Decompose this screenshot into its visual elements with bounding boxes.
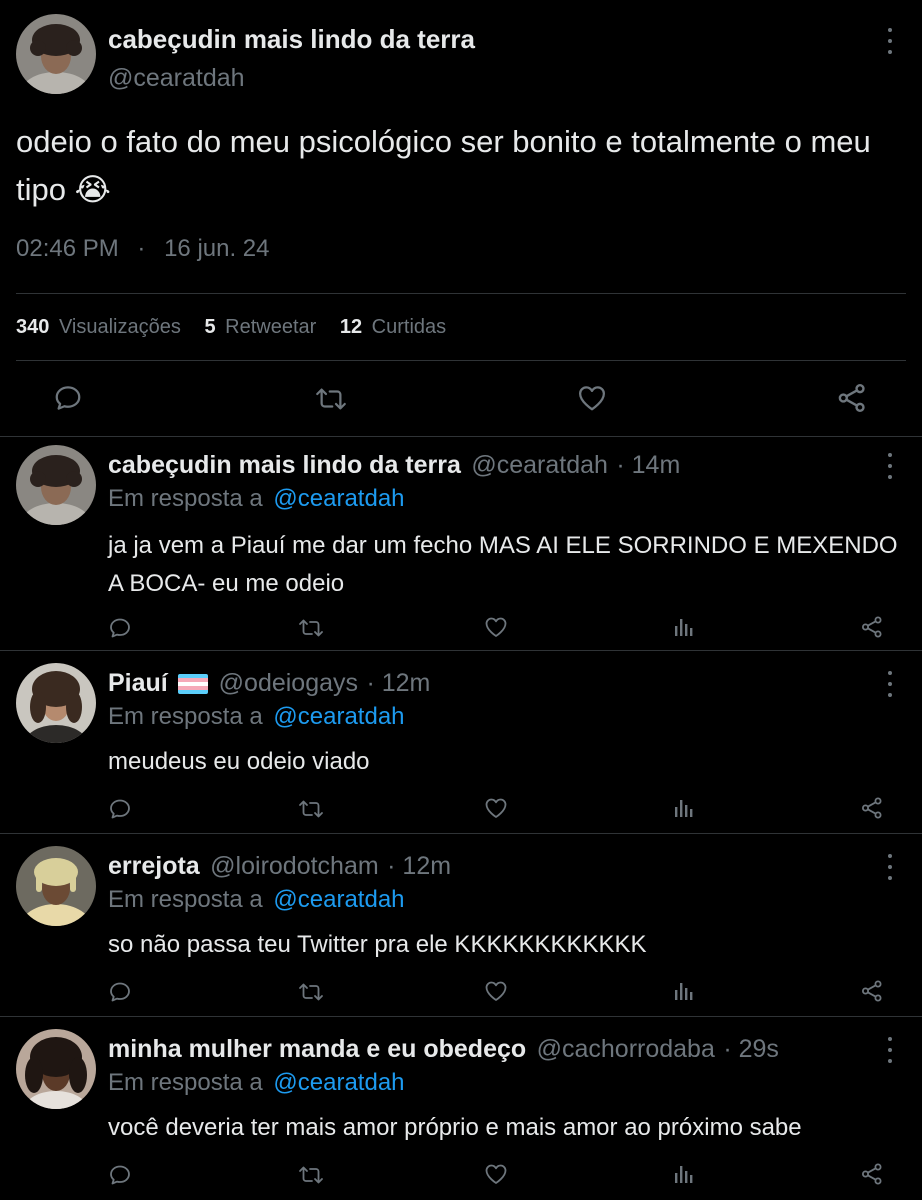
retweets-label[interactable]: Retweetar [225,316,316,338]
reply-text: so não passa teu Twitter pra ele KKKKKKK… [108,931,647,958]
reply-text: meudeus eu odeio viado [108,748,370,775]
reply-avatar[interactable] [16,663,96,743]
reply-tweet[interactable]: minha mulher manda e eu obedeço @cachorr… [0,1017,922,1200]
tweet-date: 16 jun. 24 [164,235,270,262]
reply-header: Piauí @odeiogays · 12m [108,669,430,699]
divider [16,360,906,361]
more-options-icon[interactable] [885,671,895,697]
reply-to-prefix: Em resposta a [108,703,263,730]
reply-to-handle[interactable]: @cearatdah [273,703,404,730]
share-icon[interactable] [860,796,884,820]
reply-to-handle[interactable]: @cearatdah [273,886,404,913]
reply-avatar[interactable] [16,846,96,926]
heart-icon[interactable] [484,980,508,1002]
analytics-icon[interactable] [673,797,695,819]
reply-time: · 12m [366,669,431,697]
reply-text: você deveria ter mais amor próprio e mai… [108,1114,802,1141]
separator-dot: · [137,235,146,262]
reply-avatar[interactable] [16,445,96,525]
divider [16,293,906,294]
share-icon[interactable] [836,382,868,414]
reply-to-line: Em resposta a @cearatdah [108,1069,405,1097]
reply-header: cabeçudin mais lindo da terra @cearatdah… [108,451,680,480]
reply-time: · 14m [616,451,681,479]
reply-header: minha mulher manda e eu obedeço @cachorr… [108,1035,779,1064]
likes-count: 12 [339,316,363,338]
reply-tweet[interactable]: errejota @loirodotcham · 12m Em resposta… [0,834,922,1016]
reply-author-handle[interactable]: @loirodotcham [210,852,379,880]
reply-to-line: Em resposta a @cearatdah [108,703,405,731]
tweet-text: odeio o fato do meu psicológico ser boni… [16,124,871,207]
heart-icon[interactable] [484,616,508,638]
comment-icon[interactable] [108,980,132,1004]
transgender-flag-icon [178,674,209,699]
share-icon[interactable] [860,979,884,1003]
reply-header: errejota @loirodotcham · 12m [108,852,451,881]
analytics-icon[interactable] [673,1163,695,1185]
reply-tweet[interactable]: Piauí @odeiogays · 12m Em resposta a @ce… [0,651,922,833]
heart-icon[interactable] [484,797,508,819]
tweet-timestamp[interactable]: 02:46 PM · 16 jun. 24 [16,235,270,263]
reply-author-name[interactable]: cabeçudin mais lindo da terra [108,451,461,479]
comment-icon[interactable] [53,383,83,413]
reply-author-name[interactable]: Piauí [108,669,168,697]
reply-to-line: Em resposta a @cearatdah [108,886,405,914]
comment-icon[interactable] [108,1163,132,1187]
share-icon[interactable] [860,615,884,639]
reply-author-name[interactable]: errejota [108,852,200,880]
analytics-icon[interactable] [673,616,695,638]
retweet-icon[interactable] [314,384,348,414]
heart-icon[interactable] [577,384,607,412]
reply-author-handle[interactable]: @odeiogays [219,669,358,697]
retweets-count: 5 [204,316,216,338]
more-options-icon[interactable] [885,453,895,479]
more-options-icon[interactable] [885,28,895,54]
reply-text: ja ja vem a Piauí me dar um fecho MAS AI… [108,532,898,597]
reply-time: · 12m [387,852,452,880]
reply-avatar[interactable] [16,1029,96,1109]
reply-author-handle[interactable]: @cachorrodaba [537,1035,715,1063]
reply-to-prefix: Em resposta a [108,485,263,512]
author-avatar[interactable] [16,14,96,94]
retweet-icon[interactable] [298,616,324,640]
reply-tweet[interactable]: cabeçudin mais lindo da terra @cearatdah… [0,437,922,650]
reply-to-line: Em resposta a @cearatdah [108,485,405,513]
retweet-icon[interactable] [298,980,324,1004]
retweet-icon[interactable] [298,1163,324,1187]
more-options-icon[interactable] [885,1037,895,1063]
reply-author-name[interactable]: minha mulher manda e eu obedeço [108,1035,526,1063]
more-options-icon[interactable] [885,854,895,880]
reply-to-handle[interactable]: @cearatdah [273,1069,404,1096]
author-name[interactable]: cabeçudin mais lindo da terra [108,24,475,55]
reply-author-handle[interactable]: @cearatdah [471,451,608,479]
comment-icon[interactable] [108,797,132,821]
reply-to-handle[interactable]: @cearatdah [273,485,404,512]
author-handle[interactable]: @cearatdah [108,64,245,93]
comment-icon[interactable] [108,616,132,640]
retweet-icon[interactable] [298,797,324,821]
likes-label[interactable]: Curtidas [372,316,446,338]
heart-icon[interactable] [484,1163,508,1185]
reply-to-prefix: Em resposta a [108,886,263,913]
share-icon[interactable] [860,1162,884,1186]
views-count: 340 [16,316,50,338]
views-label[interactable]: Visualizações [59,316,181,338]
tweet-time: 02:46 PM [16,235,119,262]
analytics-icon[interactable] [673,980,695,1002]
reply-time: · 29s [723,1035,779,1063]
reply-to-prefix: Em resposta a [108,1069,263,1096]
tweet-stats: 340 Visualizações 5 Retweetar 12 Curtida… [16,316,446,339]
